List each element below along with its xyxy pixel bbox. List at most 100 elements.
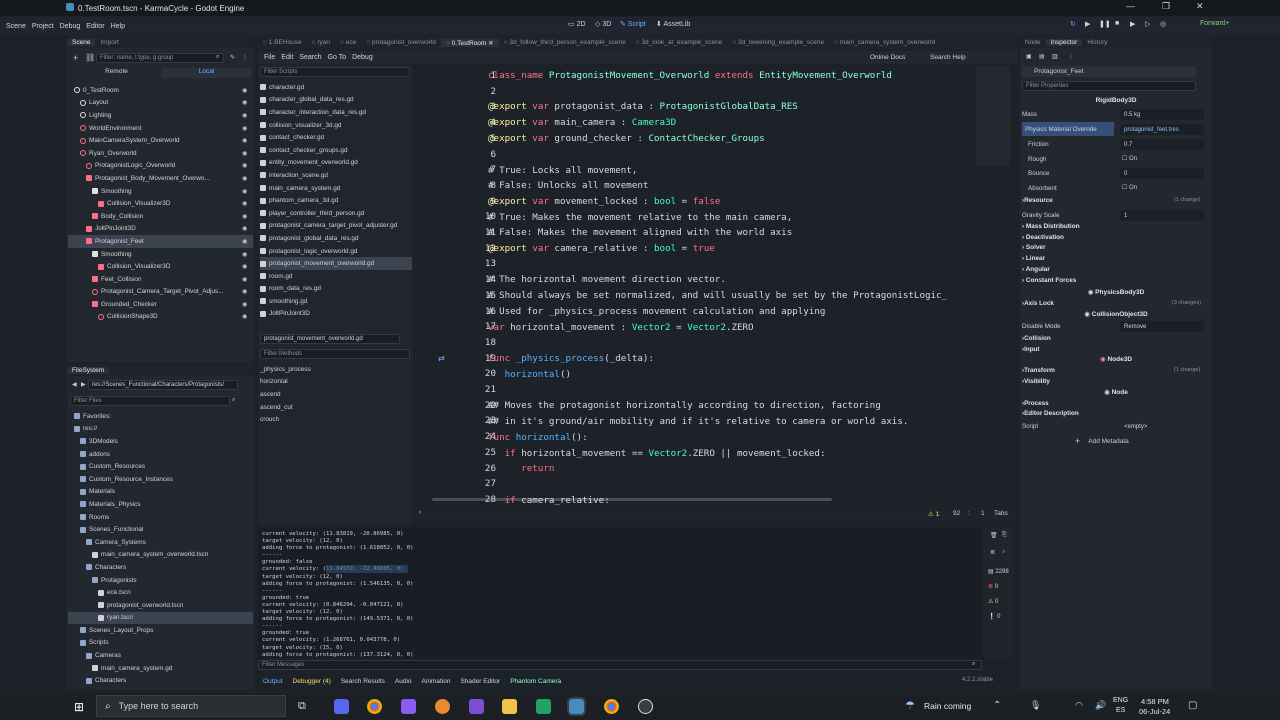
inspector-section[interactable]: › Constant Forces	[1022, 275, 1208, 286]
search-icon[interactable]: ⌕	[1002, 549, 1005, 556]
script-menu-goto[interactable]: Go To	[328, 54, 347, 61]
menu-scene[interactable]: Scene	[6, 23, 26, 30]
visibility-eye-icon[interactable]: ◉	[242, 137, 247, 144]
script-list-item[interactable]: protagonist_logic_overworld.gd	[260, 245, 412, 258]
method-list-item[interactable]: horizontal	[260, 376, 412, 389]
menu-project[interactable]: Project	[32, 23, 54, 30]
toggle-scripts-icon[interactable]: ‹	[419, 509, 421, 516]
inspector-section[interactable]: › Solver	[1022, 243, 1208, 254]
local-toggle[interactable]: Local	[162, 68, 251, 78]
editor-tab[interactable]: ○ main_camera_system_overworld	[829, 39, 940, 46]
filesystem-item[interactable]: Characters	[68, 674, 253, 687]
scene-tree-node[interactable]: WorldEnvironment ◉	[68, 122, 253, 135]
visibility-eye-icon[interactable]: ◉	[242, 125, 247, 132]
filesystem-item[interactable]: Materials_Physics	[68, 498, 253, 511]
filesystem-item[interactable]: main_camera_system_overworld.tscn	[68, 549, 253, 562]
workspace-2d[interactable]: ▭ 2D	[568, 20, 586, 28]
minimize-icon[interactable]: —	[1126, 1, 1135, 11]
error-count[interactable]: ⊗ 0	[988, 583, 998, 590]
inspector-section[interactable]: › Mass Distribution	[1022, 221, 1208, 232]
filesystem-item[interactable]: Scripts	[68, 637, 253, 650]
visibility-eye-icon[interactable]: ◉	[242, 99, 247, 106]
link-icon[interactable]: ⛓	[85, 53, 95, 62]
tab-scene[interactable]: Scene	[67, 38, 96, 46]
online-docs-link[interactable]: Online Docs	[870, 54, 905, 61]
save-resource-icon[interactable]: ▥	[1052, 53, 1058, 60]
play-icon[interactable]: ▶	[1085, 20, 1090, 28]
chrome-app-icon[interactable]	[367, 699, 382, 714]
filesystem-item[interactable]: Custom_Resources	[68, 460, 253, 473]
scene-tree-node[interactable]: Feet_Collision ◉	[68, 273, 253, 286]
tab-history[interactable]: History	[1082, 39, 1112, 46]
tab-search-results[interactable]: Search Results	[336, 678, 390, 685]
visibility-eye-icon[interactable]: ◉	[242, 225, 247, 232]
property-filter-input[interactable]: Filter Properties	[1022, 81, 1196, 91]
scene-tree-node[interactable]: Body_Collision ◉	[68, 210, 253, 223]
renderer-select[interactable]: Forward+	[1200, 20, 1230, 27]
visibility-eye-icon[interactable]: ◉	[242, 313, 247, 320]
scene-tree-node[interactable]: Smoothing ◉	[68, 185, 253, 198]
scene-tree-node[interactable]: 0_TestRoom ◉	[68, 84, 253, 97]
remote-deploy-icon[interactable]: ↻	[1070, 20, 1076, 28]
tab-filesystem[interactable]: FileSystem	[67, 366, 110, 374]
tab-node[interactable]: Node	[1020, 39, 1046, 46]
script-value[interactable]: <empty>	[1120, 421, 1204, 432]
tab-animation[interactable]: Animation	[417, 678, 456, 685]
physics-material-value[interactable]: protagonist_feet.tres	[1120, 124, 1204, 135]
scene-tree-node[interactable]: Collision_Visualizer3D ◉	[68, 260, 253, 273]
obsidian-app-icon[interactable]	[401, 699, 416, 714]
weather-icon[interactable]: ☂	[905, 699, 915, 712]
collapse-icon[interactable]: ≣	[990, 549, 995, 556]
menu-editor[interactable]: Editor	[86, 23, 104, 30]
play-custom-icon[interactable]: ▷	[1145, 20, 1150, 28]
editor-tab[interactable]: ○ 3d_follow_third_person_example_scene	[499, 39, 631, 46]
indent-mode[interactable]: Tabs	[994, 510, 1008, 517]
filesystem-item[interactable]: Custom_Resource_Instances	[68, 473, 253, 486]
scene-tree-node[interactable]: Smoothing ◉	[68, 248, 253, 261]
method-list-item[interactable]: ascend	[260, 388, 412, 401]
scene-tree-node[interactable]: MainCameraSystem_Overworld ◉	[68, 134, 253, 147]
weather-text[interactable]: Rain coming	[924, 701, 971, 711]
script-list-item[interactable]: smoothing.gd	[260, 295, 412, 308]
file-explorer-app-icon[interactable]	[502, 699, 517, 714]
filesystem-filter-input[interactable]: Filter Files	[70, 396, 230, 406]
scene-tree-node[interactable]: Protagonist_Camera_Target_Pivot_Adjus...…	[68, 286, 253, 299]
script-list-item[interactable]: character.gd	[260, 81, 412, 94]
filesystem-item[interactable]: Materials	[68, 486, 253, 499]
editor-tab[interactable]: ○ ryan	[307, 39, 335, 46]
filesystem-item[interactable]: ryan.tscn	[68, 611, 253, 625]
script-list-item[interactable]: entity_movement_overworld.gd	[260, 157, 412, 170]
visibility-eye-icon[interactable]: ◉	[242, 213, 247, 220]
editor-tab[interactable]: ○ 3d_look_at_example_scene	[631, 39, 728, 46]
tab-debugger[interactable]: Debugger (4)	[288, 678, 336, 685]
remote-toggle[interactable]: Remote	[72, 68, 161, 78]
script-list-item[interactable]: collision_visualizer_3d.gd	[260, 119, 412, 132]
script-list-item[interactable]: character_interaction_data_res.gd	[260, 106, 412, 119]
visibility-eye-icon[interactable]: ◉	[242, 175, 247, 182]
visibility-eye-icon[interactable]: ◉	[242, 263, 247, 270]
visual-studio-app-icon[interactable]	[469, 699, 484, 714]
method-list-item[interactable]: _physics_process	[260, 363, 412, 376]
tab-shader-editor[interactable]: Shader Editor	[455, 678, 505, 685]
rough-checkbox[interactable]: ☐ On	[1122, 155, 1137, 162]
code-minimap[interactable]	[976, 66, 1010, 166]
tab-audio[interactable]: Audio	[390, 678, 417, 685]
section-input[interactable]: › Input	[1022, 342, 1208, 356]
warning-filter-count[interactable]: ⚠ 0	[988, 598, 998, 605]
section-editor-description[interactable]: › Editor Description	[1022, 406, 1208, 420]
volume-icon[interactable]: 🔊	[1095, 700, 1106, 711]
filesystem-path[interactable]: res://Scenes_Functional/Characters/Prota…	[88, 380, 238, 390]
absorbent-checkbox[interactable]: ☐ On	[1122, 184, 1137, 191]
chrome-profile-app-icon[interactable]	[604, 699, 619, 714]
scene-tree-node[interactable]: CollisionShape3D ◉	[68, 311, 253, 324]
section-visibility[interactable]: › Visibility	[1022, 374, 1208, 388]
workspace-assetlib[interactable]: ⬇ AssetLib	[656, 20, 690, 28]
task-view-icon[interactable]: ⧉	[298, 700, 306, 713]
message-count[interactable]: ▤ 2298	[988, 568, 1009, 575]
scene-tree-node[interactable]: Protagonist_Body_Movement_Overwo... ◉	[68, 172, 253, 185]
filter-messages-input[interactable]: Filter Messages	[258, 660, 982, 670]
language-indicator[interactable]: ENG	[1113, 697, 1128, 704]
mass-value[interactable]: 0.5 kg	[1120, 109, 1204, 120]
editor-tab[interactable]: ○ 3d_tweening_example_scene	[727, 39, 829, 46]
gravity-scale-value[interactable]: 1	[1120, 210, 1204, 221]
